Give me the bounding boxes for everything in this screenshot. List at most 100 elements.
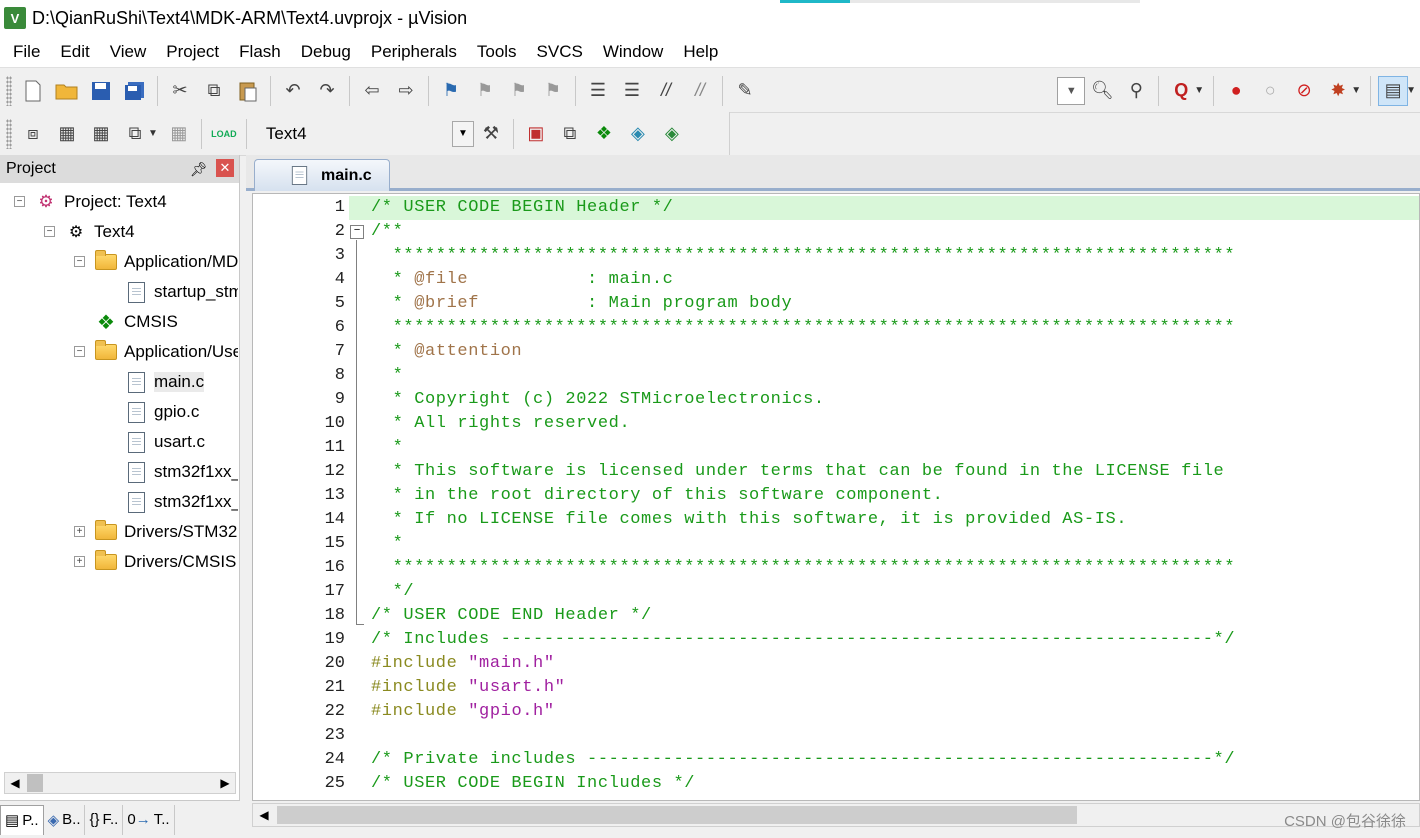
window-layout-icon[interactable]: ▤: [1378, 75, 1409, 106]
target-select[interactable]: Text4 ▼: [257, 118, 474, 149]
tree-node-target[interactable]: ⚙ Text4: [64, 218, 135, 246]
menu-help[interactable]: Help: [671, 42, 726, 62]
tree-node-cmsis[interactable]: ❖ CMSIS: [94, 308, 178, 336]
cut-icon[interactable]: ✂: [165, 76, 195, 106]
uncomment-icon[interactable]: //: [685, 76, 715, 106]
scroll-left-icon[interactable]: ◀: [253, 804, 275, 826]
line-number: 7: [334, 342, 345, 361]
options-for-target-icon[interactable]: ⚒: [476, 119, 506, 149]
pack-installer-icon[interactable]: ◈: [623, 119, 653, 149]
find-in-files-icon[interactable]: ✎: [730, 76, 760, 106]
tree-node-file-main-c[interactable]: main.c: [124, 368, 205, 396]
fold-collapse-icon[interactable]: −: [350, 225, 364, 239]
tab-functions[interactable]: {} F..: [85, 804, 124, 835]
next-bookmark-icon[interactable]: ⚑: [504, 76, 534, 106]
chevron-down-icon[interactable]: ▼: [451, 120, 474, 147]
disable-breakpoint-icon[interactable]: ○: [1255, 76, 1285, 106]
undo-icon[interactable]: ↶: [278, 76, 308, 106]
save-all-icon[interactable]: [120, 76, 150, 106]
menu-project[interactable]: Project: [154, 42, 227, 62]
project-tree-hscrollbar[interactable]: ◀ ▶: [4, 772, 236, 794]
menu-flash[interactable]: Flash: [227, 42, 289, 62]
stop-build-icon[interactable]: ▦: [164, 119, 194, 149]
prev-bookmark-icon[interactable]: ⚑: [470, 76, 500, 106]
menu-peripherals[interactable]: Peripherals: [359, 42, 465, 62]
find-combo-dropdown[interactable]: ▼: [1057, 76, 1086, 105]
code-editor[interactable]: 1 2 3 4 5 6 7 8 9 10 11 12 13 14 15 16 17 18 19 20 21 22 23 24 2…: [252, 193, 1420, 801]
scroll-left-icon[interactable]: ◀: [5, 773, 25, 793]
select-packs-icon[interactable]: ⧉: [555, 119, 585, 149]
save-icon[interactable]: [86, 76, 116, 106]
tree-node-file-gpio-c[interactable]: gpio.c: [124, 398, 199, 426]
close-icon[interactable]: ✕: [216, 159, 234, 177]
scroll-thumb[interactable]: [277, 806, 1077, 824]
menu-svcs[interactable]: SVCS: [525, 42, 591, 62]
copy-icon[interactable]: ⧉: [199, 76, 229, 106]
expand-icon[interactable]: +: [74, 526, 85, 537]
indent-icon[interactable]: ☰: [583, 76, 613, 106]
toolbar-grip[interactable]: [6, 75, 12, 106]
pin-icon[interactable]: 📌︎: [190, 161, 208, 178]
chevron-down-icon[interactable]: ▼: [148, 128, 158, 139]
tree-node-group-drivers-cmsis[interactable]: Drivers/CMSIS: [94, 548, 236, 576]
find-icon[interactable]: 🔍︎: [1087, 76, 1117, 106]
scroll-thumb[interactable]: [27, 774, 43, 792]
editor-hscrollbar[interactable]: ◀: [252, 803, 1420, 827]
menu-window[interactable]: Window: [591, 42, 671, 62]
tree-node-file-startup[interactable]: startup_stm32f103xb.s: [124, 278, 238, 306]
disable-all-breakpoints-icon[interactable]: ⊘: [1289, 76, 1319, 106]
open-folder-icon[interactable]: [52, 76, 82, 106]
tree-node-file-stm32f1xx-it[interactable]: stm32f1xx_it.c: [124, 458, 238, 486]
redo-icon[interactable]: ↷: [312, 76, 342, 106]
scroll-right-icon[interactable]: ▶: [215, 773, 235, 793]
menu-edit[interactable]: Edit: [48, 42, 97, 62]
manage-run-time-environment-icon[interactable]: ❖: [589, 119, 619, 149]
editor-tab-main-c[interactable]: main.c: [254, 159, 390, 191]
nav-back-icon[interactable]: ⇦: [357, 76, 387, 106]
menu-debug[interactable]: Debug: [289, 42, 359, 62]
project-icon: ⚙: [38, 192, 54, 211]
tree-node-group-application-user[interactable]: Application/User: [94, 338, 238, 366]
comment-icon[interactable]: //: [651, 76, 681, 106]
batch-build-icon[interactable]: ⧉: [120, 119, 150, 149]
nav-forward-icon[interactable]: ⇨: [391, 76, 421, 106]
line-number: 10: [324, 414, 345, 433]
expand-icon[interactable]: +: [74, 556, 85, 567]
tab-books[interactable]: ◈ B..: [44, 804, 86, 835]
clear-bookmarks-icon[interactable]: ⚑: [538, 76, 568, 106]
paste-icon[interactable]: [233, 76, 263, 106]
breakpoint-icon[interactable]: ●: [1221, 76, 1251, 106]
collapse-icon[interactable]: −: [74, 256, 85, 267]
toolbar-grip[interactable]: [6, 118, 12, 149]
collapse-icon[interactable]: −: [44, 226, 55, 237]
kill-all-breakpoints-icon[interactable]: ✸: [1323, 76, 1353, 106]
code-line: #include "gpio.h": [371, 702, 555, 721]
debug-session-icon[interactable]: Q: [1166, 76, 1196, 106]
code-line: /* Private includes --------------------…: [371, 750, 1236, 769]
build-icon[interactable]: ▦: [52, 119, 82, 149]
incremental-find-icon[interactable]: ⚲: [1121, 76, 1151, 106]
rebuild-icon[interactable]: ▦: [86, 119, 116, 149]
menu-view[interactable]: View: [98, 42, 155, 62]
new-file-icon[interactable]: [18, 76, 48, 106]
bookmark-icon[interactable]: ⚑: [436, 76, 466, 106]
collapse-icon[interactable]: −: [74, 346, 85, 357]
translate-icon[interactable]: ⧈: [18, 119, 48, 149]
chevron-down-icon[interactable]: ▼: [1406, 85, 1416, 96]
software-packs-icon[interactable]: ◈: [657, 119, 687, 149]
menu-file[interactable]: File: [0, 42, 48, 62]
chevron-down-icon[interactable]: ▼: [1351, 85, 1361, 96]
menu-tools[interactable]: Tools: [465, 42, 525, 62]
tree-node-group-application-mdk-arm[interactable]: Application/MDK-ARM: [94, 248, 238, 276]
tree-node-project[interactable]: ⚙ Project: Text4: [34, 188, 166, 216]
tab-project[interactable]: ▤ P..: [0, 804, 44, 835]
chevron-down-icon[interactable]: ▼: [1194, 85, 1204, 96]
tree-node-file-usart-c[interactable]: usart.c: [124, 428, 205, 456]
collapse-icon[interactable]: −: [14, 196, 25, 207]
download-load-icon[interactable]: LOAD: [209, 119, 239, 149]
tree-node-file-stm32f1xx-hal-msp[interactable]: stm32f1xx_hal_msp.c: [124, 488, 238, 516]
unindent-icon[interactable]: ☰: [617, 76, 647, 106]
manage-project-items-icon[interactable]: ▣: [521, 119, 551, 149]
tree-node-group-drivers-hal[interactable]: Drivers/STM32F1xx_HAL_Driver: [94, 518, 238, 546]
tab-templates[interactable]: 0→ T..: [123, 804, 175, 835]
